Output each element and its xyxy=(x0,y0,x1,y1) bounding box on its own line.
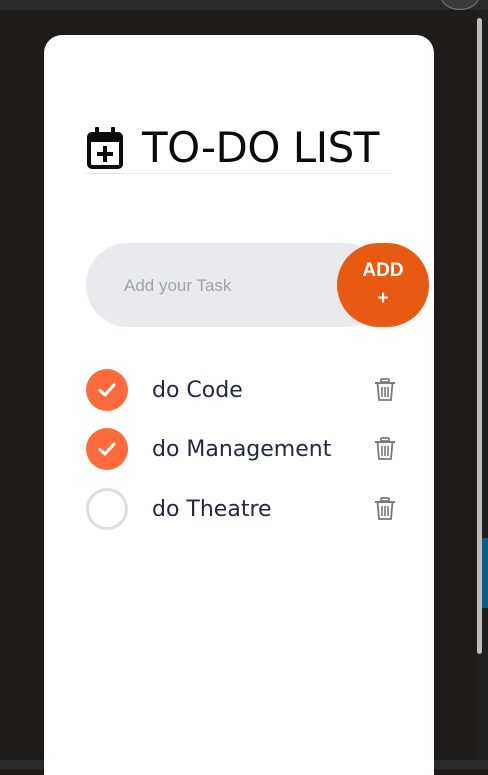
add-button-plus: + xyxy=(377,288,389,309)
task-item[interactable]: do Theatre xyxy=(86,488,396,530)
task-checkbox-unchecked[interactable] xyxy=(86,488,128,530)
task-checkbox-checked[interactable] xyxy=(86,369,128,411)
trash-icon[interactable] xyxy=(374,497,396,521)
task-label: do Code xyxy=(152,377,243,403)
add-button-label: ADD xyxy=(362,259,404,281)
trash-icon[interactable] xyxy=(374,378,396,402)
task-label: do Theatre xyxy=(152,496,272,522)
check-icon xyxy=(98,383,116,397)
trash-icon[interactable] xyxy=(374,437,396,461)
task-item[interactable]: do Code xyxy=(86,369,396,411)
browser-top-bar xyxy=(0,0,488,10)
task-input[interactable] xyxy=(122,243,326,329)
task-checkbox-checked[interactable] xyxy=(86,428,128,470)
background-window-edge xyxy=(482,538,488,608)
app-header: TO-DO LIST xyxy=(86,123,392,174)
todo-card: TO-DO LIST ADD + do Code do Manage xyxy=(44,35,434,775)
add-task-button[interactable]: ADD + xyxy=(337,243,429,327)
task-label: do Management xyxy=(152,436,332,462)
task-item[interactable]: do Management xyxy=(86,428,396,470)
page-title: TO-DO LIST xyxy=(142,123,379,172)
check-icon xyxy=(98,442,116,456)
calendar-plus-icon xyxy=(87,127,123,169)
